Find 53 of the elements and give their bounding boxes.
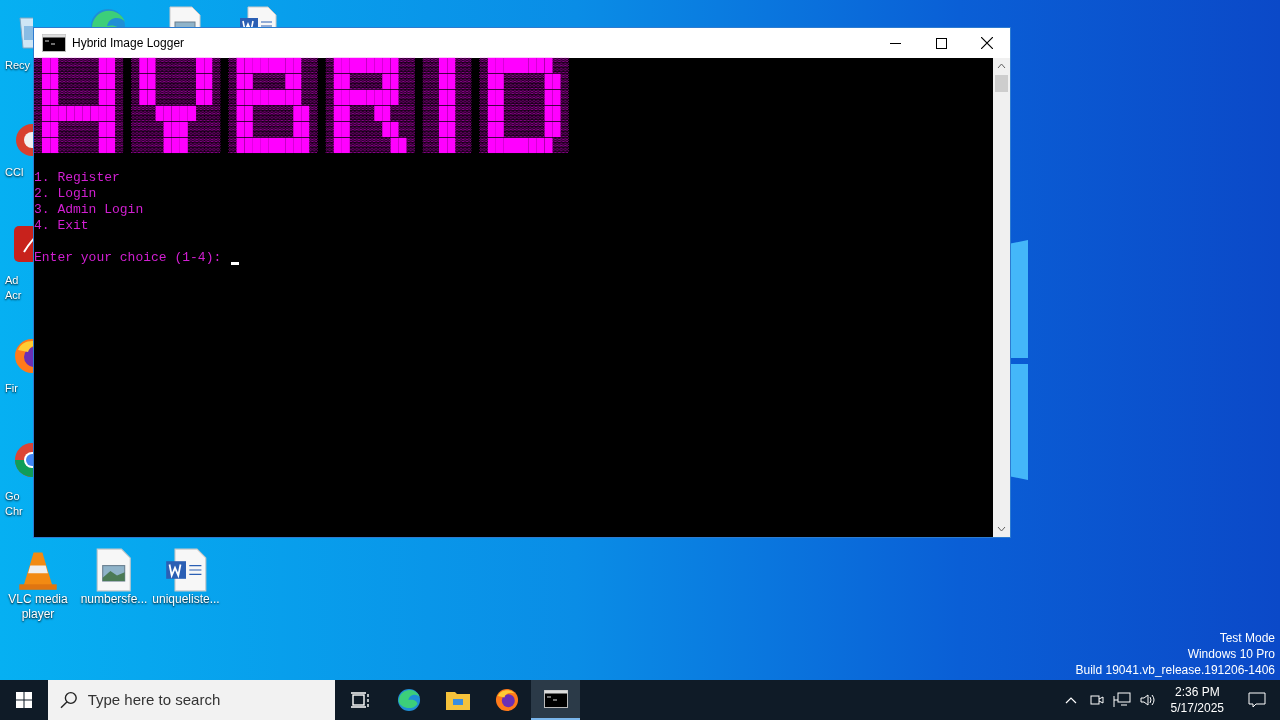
search-field[interactable]: Type here to search xyxy=(48,680,335,720)
icon-label: Acr xyxy=(5,288,22,303)
firefox-icon xyxy=(493,687,520,713)
maximize-icon xyxy=(935,37,947,49)
system-info-text: Test Mode xyxy=(1219,630,1275,646)
icon-label: numbersfe... xyxy=(80,592,148,607)
search-icon xyxy=(60,691,78,709)
minimize-icon xyxy=(889,42,901,44)
scrollbar-thumb[interactable] xyxy=(995,75,1008,92)
volume-icon[interactable] xyxy=(1138,692,1157,708)
edge-icon xyxy=(395,687,422,713)
folder-icon xyxy=(444,689,471,711)
menu-option: 1. Register xyxy=(34,170,120,186)
close-icon xyxy=(981,37,993,49)
image-file-icon xyxy=(95,548,133,592)
text-cursor xyxy=(231,262,240,265)
task-view-icon xyxy=(349,690,370,710)
system-info-text: Windows 10 Pro xyxy=(1187,646,1275,662)
input-prompt: Enter your choice (1-4): xyxy=(34,250,223,266)
menu-option: 3. Admin Login xyxy=(34,202,144,218)
ascii-banner-line: ▒██▒▒▒▒▒██▒ ▒██▒▒▒▒▒██▒ ▒████████▒▒ ▒████████▒▒ ▒▒██▒▒ ▒██▒▒▒▒▒██▒ xyxy=(34,90,569,106)
network-icon[interactable] xyxy=(1112,692,1131,708)
icon-label: uniqueliste... xyxy=(152,592,220,607)
icon-label: Go xyxy=(5,489,20,504)
clock-time: 2:36 PM xyxy=(1174,684,1220,700)
search-input[interactable]: Type here to search xyxy=(87,688,323,712)
icon-label: player xyxy=(21,607,55,622)
icon-label: Recy xyxy=(5,58,31,73)
terminal-icon xyxy=(543,690,568,708)
scrollbar[interactable] xyxy=(993,58,1010,537)
windows-logo-icon xyxy=(16,692,32,708)
ascii-banner-line: ▒██▒▒▒▒▒██▒ ▒▒▒▒███▒▒▒▒ ▒█████████▒ ▒██▒▒▒▒▒██▒ ▒▒██▒▒ ▒████████▒▒ xyxy=(34,138,569,154)
icon-label: VLC media xyxy=(8,592,68,607)
ascii-banner-line: ▒██▒▒▒▒▒██▒ ▒██▒▒▒▒▒██▒ ▒████████▒▒ ▒████████▒▒ ▒▒██▒▒ ▒████████▒▒ xyxy=(34,58,569,74)
chevron-up-icon[interactable] xyxy=(1064,696,1077,704)
taskbar-app-button[interactable] xyxy=(531,680,580,720)
menu-option: 4. Exit xyxy=(34,218,89,234)
ascii-banner-line: ▒██▒▒▒▒▒██▒ ▒▒▒▒███▒▒▒▒ ▒██▒▒▒▒▒██▒ ▒██▒▒▒▒██▒▒ ▒▒██▒▒ ▒██▒▒▒▒▒██▒ xyxy=(34,122,569,138)
icon-label: Chr xyxy=(5,504,23,519)
icon-label: Ad xyxy=(5,273,19,288)
system-info-text: Build 19041.vb_release.191206-1406 xyxy=(1075,662,1275,678)
icon-label: Fir xyxy=(5,381,18,396)
ascii-banner-line: ▒██▒▒▒▒▒██▒ ▒██▒▒▒▒▒██▒ ▒██▒▒▒▒██▒▒ ▒██▒▒▒▒██▒▒ ▒▒██▒▒ ▒██▒▒▒▒▒██▒ xyxy=(34,74,569,90)
clock[interactable]: 2:36 PM 5/17/2025 xyxy=(1160,684,1234,716)
chat-bubble-icon xyxy=(1248,692,1266,708)
ascii-banner-line: ▒█████████▒ ▒▒▒█████▒▒▒ ▒██▒▒▒▒▒██▒ ▒██▒▒▒██▒▒▒ ▒▒██▒▒ ▒██▒▒▒▒▒██▒ xyxy=(34,106,569,122)
word-document-icon xyxy=(164,548,208,592)
terminal-icon xyxy=(42,34,66,52)
icon-label: CCl xyxy=(5,165,24,180)
clock-date: 5/17/2025 xyxy=(1170,700,1224,716)
window-title: Hybrid Image Logger xyxy=(72,35,185,52)
menu-option: 2. Login xyxy=(34,186,97,202)
camera-icon[interactable] xyxy=(1088,692,1105,708)
